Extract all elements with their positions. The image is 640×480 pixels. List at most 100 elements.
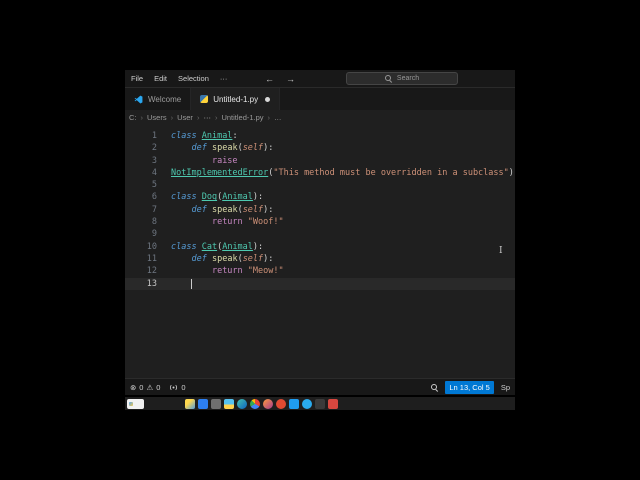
token-cls: NotImplementedError bbox=[171, 167, 269, 178]
vscode-logo-icon bbox=[134, 95, 143, 104]
token-cls: Cat bbox=[201, 241, 218, 252]
code-text: return "Meow!" bbox=[157, 265, 284, 277]
indentation-indicator[interactable]: Sp bbox=[501, 383, 510, 392]
breadcrumb-item[interactable]: Untitled-1.py bbox=[221, 113, 263, 122]
breadcrumb: C: › Users › User › ⋯ › Untitled-1.py ›… bbox=[125, 110, 515, 124]
line-number: 1 bbox=[151, 131, 157, 141]
code-line[interactable]: 7 def speak(self): bbox=[125, 204, 515, 216]
token-fn: speak bbox=[211, 253, 238, 264]
line-number: 6 bbox=[151, 192, 157, 203]
line-number: 4 bbox=[151, 167, 157, 178]
file-explorer-icon[interactable] bbox=[224, 398, 234, 409]
code-line[interactable]: 10 class Cat(Animal): bbox=[125, 241, 515, 253]
code-line[interactable]: 11 def speak(self): bbox=[125, 253, 515, 265]
mail-icon[interactable] bbox=[328, 398, 338, 409]
token-ctl: return bbox=[211, 266, 248, 277]
code-text: class Dog(Animal): bbox=[157, 191, 263, 203]
tab-welcome[interactable]: Welcome bbox=[125, 88, 192, 110]
breadcrumb-item[interactable]: User bbox=[177, 113, 193, 122]
broadcast-count: 0 bbox=[181, 382, 186, 392]
code-line[interactable]: 12 return "Meow!" bbox=[125, 265, 515, 277]
code-text: NotImplementedError("This method must be… bbox=[157, 167, 514, 179]
menu-edit[interactable]: Edit bbox=[154, 74, 167, 83]
telegram-icon[interactable] bbox=[302, 398, 312, 409]
cursor-position[interactable]: Ln 13, Col 5 bbox=[445, 380, 494, 394]
terminal-icon[interactable] bbox=[315, 398, 325, 409]
broadcast-indicator[interactable]: 0 bbox=[169, 382, 186, 392]
line-number: 8 bbox=[151, 217, 157, 228]
line-number: 10 bbox=[146, 241, 157, 252]
token-pn bbox=[171, 155, 212, 167]
problems-indicator[interactable]: ⊗ 0 ⚠ 0 bbox=[130, 383, 160, 392]
brave-icon[interactable] bbox=[276, 398, 286, 409]
breadcrumb-item[interactable]: Users bbox=[147, 113, 167, 122]
weather-icon[interactable] bbox=[185, 398, 195, 409]
breadcrumb-separator-icon: › bbox=[214, 112, 218, 122]
breadcrumb-separator-icon: › bbox=[196, 112, 200, 122]
code-editor[interactable]: 1 class Animal:2 def speak(self): 3 raise 4… bbox=[125, 124, 515, 378]
taskbar-search-box[interactable] bbox=[127, 398, 144, 409]
modified-dot-icon bbox=[265, 96, 271, 102]
letterbox-background: File Edit Selection ··· ← → Search Welcome U… bbox=[0, 0, 640, 480]
code-line[interactable]: 9 bbox=[125, 228, 515, 240]
vscode-window: File Edit Selection ··· ← → Search Welcome U… bbox=[125, 70, 515, 395]
code-line[interactable]: 8 return "Woof!" bbox=[125, 216, 515, 228]
breadcrumb-item[interactable]: ⋯ bbox=[203, 113, 211, 122]
code-text: def speak(self): bbox=[157, 142, 273, 154]
zoom-icon[interactable] bbox=[430, 383, 438, 391]
token-pn: ): bbox=[252, 192, 264, 203]
settings-icon[interactable] bbox=[211, 398, 221, 409]
token-cls: Dog bbox=[201, 192, 218, 203]
menu-bar: File Edit Selection ··· bbox=[125, 74, 227, 83]
menu-more[interactable]: ··· bbox=[220, 74, 228, 83]
warning-icon: ⚠ bbox=[146, 382, 154, 392]
token-ctl: return bbox=[211, 217, 248, 228]
firefox-icon[interactable] bbox=[263, 398, 273, 409]
tab-strip-empty bbox=[280, 88, 515, 110]
tab-label: Welcome bbox=[148, 94, 182, 104]
token-pn bbox=[171, 265, 212, 277]
breadcrumb-item[interactable]: … bbox=[274, 113, 282, 122]
line-number: 3 bbox=[151, 155, 157, 166]
tab-untitled-1-py[interactable]: Untitled-1.py bbox=[191, 88, 281, 110]
line-number: 12 bbox=[146, 266, 157, 277]
nav-forward-button[interactable]: → bbox=[286, 74, 295, 84]
edge-icon[interactable] bbox=[237, 398, 247, 409]
status-left: ⊗ 0 ⚠ 0 0 bbox=[130, 383, 186, 392]
menu-selection[interactable]: Selection bbox=[178, 74, 209, 83]
line-number: 13 bbox=[146, 278, 157, 289]
code-line[interactable]: 2 def speak(self): bbox=[125, 142, 515, 154]
token-pn: ): bbox=[263, 204, 274, 215]
token-kw: class bbox=[171, 131, 202, 141]
token-pn: : bbox=[232, 131, 238, 141]
code-text: def speak(self): bbox=[157, 253, 273, 265]
code-line[interactable]: 1 class Animal: bbox=[125, 130, 515, 142]
code-line[interactable]: 6 class Dog(Animal): bbox=[125, 191, 515, 203]
command-center-search[interactable]: Search bbox=[346, 72, 458, 85]
code-line[interactable]: 4 NotImplementedError("This method must b… bbox=[125, 167, 515, 179]
token-kw: def bbox=[191, 143, 212, 154]
line-number: 9 bbox=[151, 229, 157, 240]
store-icon[interactable] bbox=[198, 398, 208, 409]
status-bar: ⊗ 0 ⚠ 0 0 Ln 13, Col 5 Sp bbox=[125, 378, 515, 395]
code-line[interactable]: 13 bbox=[125, 277, 515, 290]
taskbar-icons bbox=[185, 398, 338, 409]
menu-file[interactable]: File bbox=[131, 74, 143, 83]
chrome-icon[interactable] bbox=[250, 398, 260, 409]
nav-arrows: ← → bbox=[265, 70, 295, 87]
token-str: "This method must be overridden in a sub… bbox=[273, 167, 509, 178]
titlebar: File Edit Selection ··· ← → Search bbox=[125, 70, 515, 88]
token-kw: def bbox=[191, 253, 212, 264]
text-cursor bbox=[191, 278, 193, 289]
code-line[interactable]: 3 raise bbox=[125, 155, 515, 167]
token-pn bbox=[171, 204, 191, 216]
code-text: return "Woof!" bbox=[157, 216, 284, 228]
token-pn bbox=[171, 253, 191, 265]
nav-back-button[interactable]: ← bbox=[265, 74, 274, 84]
code-line[interactable]: 5 bbox=[125, 179, 515, 191]
vscode-icon[interactable] bbox=[289, 398, 299, 409]
breadcrumb-item[interactable]: C: bbox=[129, 113, 137, 122]
line-number: 11 bbox=[146, 253, 157, 264]
